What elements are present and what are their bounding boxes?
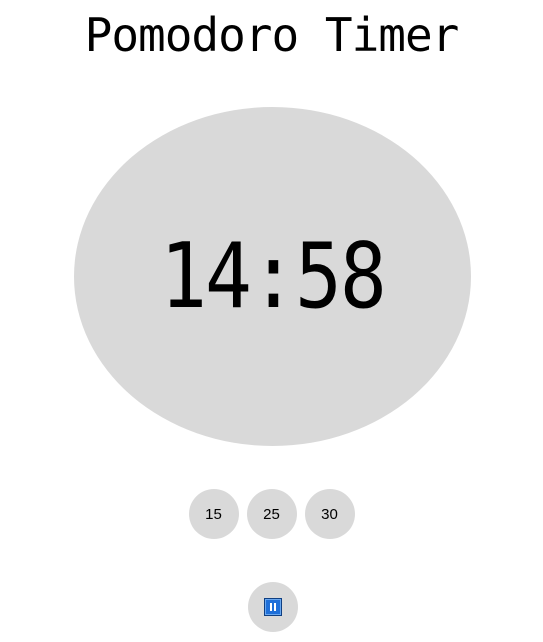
- preset-15-button[interactable]: 15: [188, 489, 239, 539]
- preset-25-button[interactable]: 25: [246, 489, 297, 539]
- preset-buttons: 15 25 30: [0, 489, 543, 539]
- page-title: Pomodoro Timer: [84, 8, 460, 62]
- timer-display: 14:58: [160, 224, 387, 329]
- timer-face: 14:58: [74, 107, 471, 446]
- pause-icon: [264, 598, 282, 616]
- pause-button[interactable]: [248, 582, 298, 632]
- preset-30-button[interactable]: 30: [304, 489, 355, 539]
